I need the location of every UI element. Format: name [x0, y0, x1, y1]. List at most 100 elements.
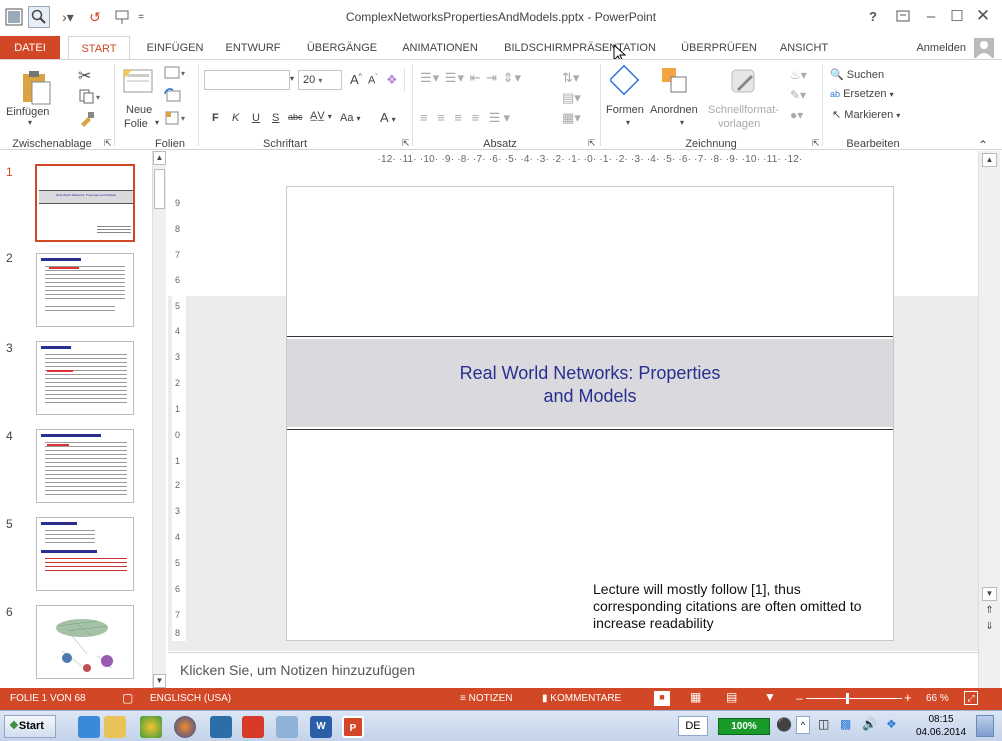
pdf-reader-icon[interactable] [242, 716, 264, 738]
zoom-in-button[interactable]: + [904, 690, 912, 705]
minimize-button[interactable]: – [918, 4, 944, 28]
shapes-label[interactable]: Formen [606, 104, 644, 116]
slideshow-icon[interactable]: ▼ [764, 690, 776, 704]
arrange-dropdown-icon[interactable]: ▾ [680, 118, 684, 127]
fit-to-window-icon[interactable]: ⤢ [964, 691, 978, 705]
show-desktop-button[interactable] [976, 715, 994, 737]
reading-view-icon[interactable]: ▤ [726, 690, 737, 704]
clipboard-launcher-icon[interactable]: ⇱ [104, 138, 112, 149]
explorer-icon[interactable] [104, 716, 126, 738]
font-name-combobox[interactable] [204, 70, 290, 90]
paste-dropdown-icon[interactable]: ▾ [28, 118, 32, 127]
user-avatar[interactable] [974, 38, 994, 58]
format-painter-icon[interactable] [78, 110, 96, 131]
change-case-button[interactable]: Aa ▾ [340, 112, 361, 124]
quick-styles-label-2[interactable]: vorlagen [718, 118, 760, 130]
tray-expand-icon[interactable]: ^ [796, 716, 810, 734]
firefox-icon[interactable] [174, 716, 196, 738]
tab-ansicht[interactable]: ANSICHT [772, 36, 836, 60]
slide-title[interactable]: Real World Networks: Properties and Mode… [287, 362, 893, 408]
battery-indicator[interactable]: 100% [718, 718, 770, 735]
align-text-icon[interactable]: ▤▾ [562, 90, 581, 106]
wifi-signal-icon[interactable]: ▩ [840, 717, 851, 731]
zoom-slider[interactable] [806, 698, 902, 699]
shape-effects-icon[interactable]: ●▾ [790, 108, 803, 122]
help-button[interactable]: ? [860, 4, 886, 28]
slide-sorter-icon[interactable]: ▦ [690, 690, 701, 704]
volume-icon[interactable]: 🔊 [862, 717, 877, 731]
ribbon-options-icon[interactable] [890, 4, 916, 28]
quick-styles-icon[interactable] [728, 66, 760, 101]
copy-icon[interactable]: ▾ [78, 88, 104, 107]
replace-button[interactable]: ab Ersetzen ▾ [830, 88, 894, 100]
next-slide-icon[interactable]: ⇓ [982, 621, 997, 635]
network-icon[interactable]: ⚫ [776, 717, 792, 733]
drawing-launcher-icon[interactable]: ⇱ [812, 138, 820, 149]
notes-pane[interactable]: Klicken Sie, um Notizen hinzuzufügen [168, 652, 978, 688]
font-color-button[interactable]: A ▾ [380, 110, 396, 125]
underline-button[interactable]: U [252, 112, 260, 124]
quick-styles-label-1[interactable]: Schnellformat- [708, 104, 779, 116]
text-direction-icon[interactable]: ⇅▾ [562, 70, 579, 86]
start-button[interactable]: ❖Start [4, 715, 56, 738]
collapse-ribbon-icon[interactable]: ⌃ [978, 138, 988, 152]
close-button[interactable]: ✕ [970, 4, 996, 28]
arrange-icon[interactable] [660, 66, 690, 99]
previous-slide-icon[interactable]: ⇑ [982, 605, 997, 619]
font-name-dropdown-icon[interactable]: ▾ [290, 74, 294, 83]
spellcheck-icon[interactable]: ▢ [122, 691, 133, 705]
italic-button[interactable]: K [232, 112, 239, 124]
slide-thumbnail-3[interactable] [36, 341, 134, 415]
shapes-dropdown-icon[interactable]: ▾ [626, 118, 630, 127]
shape-outline-icon[interactable]: ✎▾ [790, 88, 806, 102]
slide-thumbnail-1[interactable]: Real World Networks: Properties and Mode… [35, 164, 135, 242]
tab-animationen[interactable]: ANIMATIONEN [394, 36, 486, 60]
signin-link[interactable]: Anmelden [904, 36, 966, 60]
shapes-icon[interactable] [608, 64, 640, 99]
slide-thumbnail-2[interactable] [36, 253, 134, 327]
language-indicator[interactable]: ENGLISCH (USA) [150, 693, 231, 704]
font-size-combobox[interactable]: 20 ▾ [298, 70, 342, 90]
chrome-icon[interactable] [140, 716, 162, 738]
paragraph-launcher-icon[interactable]: ⇱ [588, 138, 596, 149]
thumbnails-scrollbar[interactable]: ▲ ▼ [152, 151, 166, 688]
zoom-out-button[interactable]: – [796, 691, 803, 705]
notes-button[interactable]: ≡ NOTIZEN [460, 693, 513, 704]
window-icon[interactable] [276, 716, 298, 738]
comments-button[interactable]: ▮ KOMMENTARE [542, 693, 621, 704]
clear-format-icon[interactable]: ❖ [386, 72, 398, 88]
font-shrink-button[interactable]: Aˇ [368, 74, 378, 87]
powerpoint-icon[interactable]: P [342, 716, 364, 738]
arrange-label[interactable]: Anordnen [650, 104, 698, 116]
layout-icon[interactable]: ▾ [164, 66, 188, 83]
smartart-icon[interactable]: ▦▾ [562, 110, 581, 126]
slide-canvas[interactable]: Real World Networks: Properties and Mode… [286, 186, 894, 641]
font-grow-button[interactable]: A^ [350, 72, 362, 87]
zoom-slider-thumb[interactable] [846, 693, 849, 704]
shadow-button[interactable]: S [272, 112, 279, 124]
normal-view-icon[interactable]: ■ [654, 691, 670, 706]
slide-thumbnail-4[interactable] [36, 429, 134, 503]
clock[interactable]: 08:15 04.06.2014 [912, 713, 970, 739]
tab-einfuegen[interactable]: EINFÜGEN [140, 36, 210, 60]
find-button[interactable]: 🔍 Suchen [830, 68, 884, 81]
section-icon[interactable]: ▾ [164, 110, 188, 129]
security-icon[interactable]: ❖ [886, 717, 897, 731]
tab-entwurf[interactable]: ENTWURF [220, 36, 286, 60]
maximize-button[interactable]: ☐ [944, 4, 970, 28]
slide-thumbnail-5[interactable] [36, 517, 134, 591]
new-slide-button[interactable] [122, 66, 156, 98]
tab-bildschirmpraesentation[interactable]: BILDSCHIRMPRÄSENTATION [500, 36, 660, 60]
shape-fill-icon[interactable]: ♨▾ [790, 68, 807, 82]
word-icon[interactable]: W [310, 716, 332, 738]
font-launcher-icon[interactable]: ⇱ [402, 138, 410, 149]
bold-button[interactable]: F [212, 112, 219, 124]
select-button[interactable]: ↖ Markieren ▾ [832, 108, 900, 121]
new-slide-dropdown-icon[interactable]: ▾ [155, 118, 159, 127]
strikethrough-button[interactable]: abc [288, 112, 303, 122]
tab-start[interactable]: START [68, 36, 130, 61]
alignment-buttons-icon[interactable]: ≡ ≡ ≡ ≡ ☰▾ [420, 110, 513, 126]
reset-icon[interactable] [164, 88, 182, 107]
slide-thumbnail-6[interactable] [36, 605, 134, 679]
ie-icon[interactable] [78, 716, 100, 738]
